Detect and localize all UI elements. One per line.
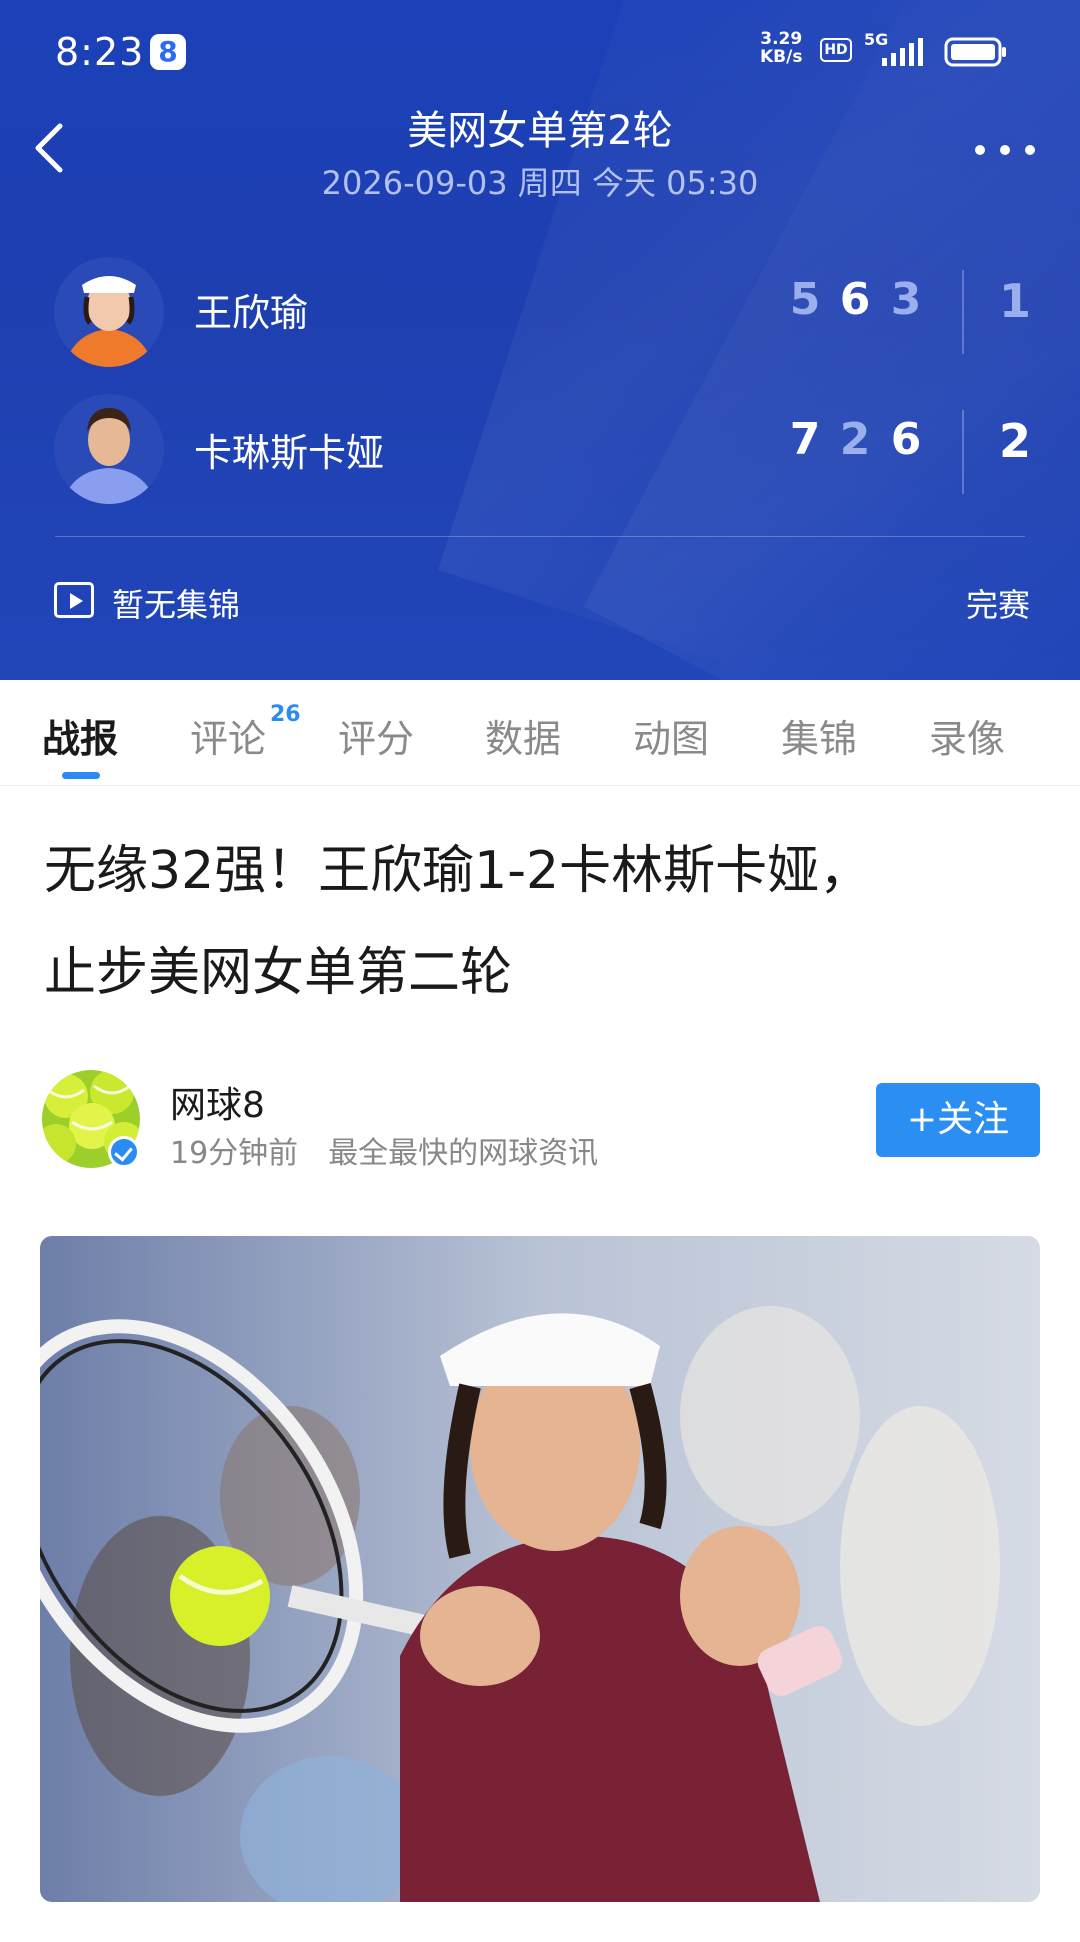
tab-stats[interactable]: 数据 — [485, 708, 561, 763]
set-score: 2 — [839, 414, 871, 465]
match-header: 8:23 8 3.29 KB/s HD 5G 美网女单第2轮 2026-09-0… — [0, 0, 1080, 680]
network-type: 5G — [864, 30, 889, 49]
tab-gifs[interactable]: 动图 — [633, 708, 709, 763]
match-title: 美网女单第2轮 — [407, 108, 673, 154]
comment-count-badge: 26 — [270, 702, 301, 727]
follow-button[interactable]: +关注 — [876, 1083, 1040, 1157]
app-notification-icon: 8 — [150, 34, 186, 70]
sets-won: 1 — [998, 274, 1031, 328]
player-name: 卡琳斯卡娅 — [194, 431, 385, 475]
set-score: 6 — [890, 414, 922, 465]
set-score: 7 — [789, 414, 821, 465]
player-avatar — [54, 257, 164, 367]
tab-replay[interactable]: 录像 — [929, 708, 1005, 763]
article-headline: 无缘32强！王欣瑜1-2卡林斯卡娅， 止步美网女单第二轮 — [44, 820, 1034, 1024]
tab-highlights[interactable]: 集锦 — [781, 708, 857, 763]
post-time: 19分钟前 — [170, 1136, 299, 1171]
tab-comments[interactable]: 评论 — [190, 708, 266, 763]
back-arrow-icon[interactable] — [30, 118, 70, 178]
score-divider — [962, 410, 964, 494]
battery-icon — [944, 37, 1006, 67]
network-speed: 3.29 KB/s — [760, 30, 802, 66]
player-row[interactable]: 卡琳斯卡娅 7 2 6 2 — [0, 392, 1080, 512]
author-name[interactable]: 网球8 — [170, 1076, 265, 1128]
tab-ratings[interactable]: 评分 — [338, 708, 414, 763]
signal-icon — [882, 38, 923, 66]
match-status: 完赛 — [965, 586, 1030, 624]
player-name: 王欣瑜 — [194, 291, 309, 335]
set-score: 6 — [839, 274, 871, 325]
highlights-label: 暂无集锦 — [112, 586, 241, 624]
play-icon — [54, 582, 94, 618]
headline-line: 止步美网女单第二轮 — [44, 943, 513, 1003]
speed-value: 3.29 — [760, 29, 803, 49]
active-tab-indicator — [62, 772, 100, 779]
status-bar: 8:23 8 3.29 KB/s HD 5G — [0, 0, 1080, 100]
divider — [55, 536, 1025, 537]
author-meta: 19分钟前 最全最快的网球资讯 — [170, 1128, 598, 1172]
score-divider — [962, 270, 964, 354]
author-tagline: 最全最快的网球资讯 — [328, 1136, 599, 1171]
tab-report[interactable]: 战报 — [42, 708, 118, 763]
tab-bar: 战报 评论 26 评分 数据 动图 集锦 录像 — [0, 680, 1080, 786]
speed-unit: KB/s — [760, 47, 803, 67]
article-photo[interactable] — [40, 1236, 1040, 1902]
player-row[interactable]: 王欣瑜 5 6 3 1 — [0, 252, 1080, 372]
match-datetime: 2026-09-03 周四 今天 05:30 — [321, 164, 759, 202]
set-score: 3 — [890, 274, 922, 325]
hd-icon: HD — [820, 38, 852, 62]
headline-line: 无缘32强！王欣瑜1-2卡林斯卡娅， — [44, 841, 872, 901]
clock: 8:23 — [55, 30, 145, 74]
verified-icon — [108, 1136, 140, 1168]
set-score: 5 — [789, 274, 821, 325]
more-icon[interactable] — [970, 130, 1040, 170]
player-avatar — [54, 394, 164, 504]
sets-won: 2 — [998, 414, 1031, 468]
